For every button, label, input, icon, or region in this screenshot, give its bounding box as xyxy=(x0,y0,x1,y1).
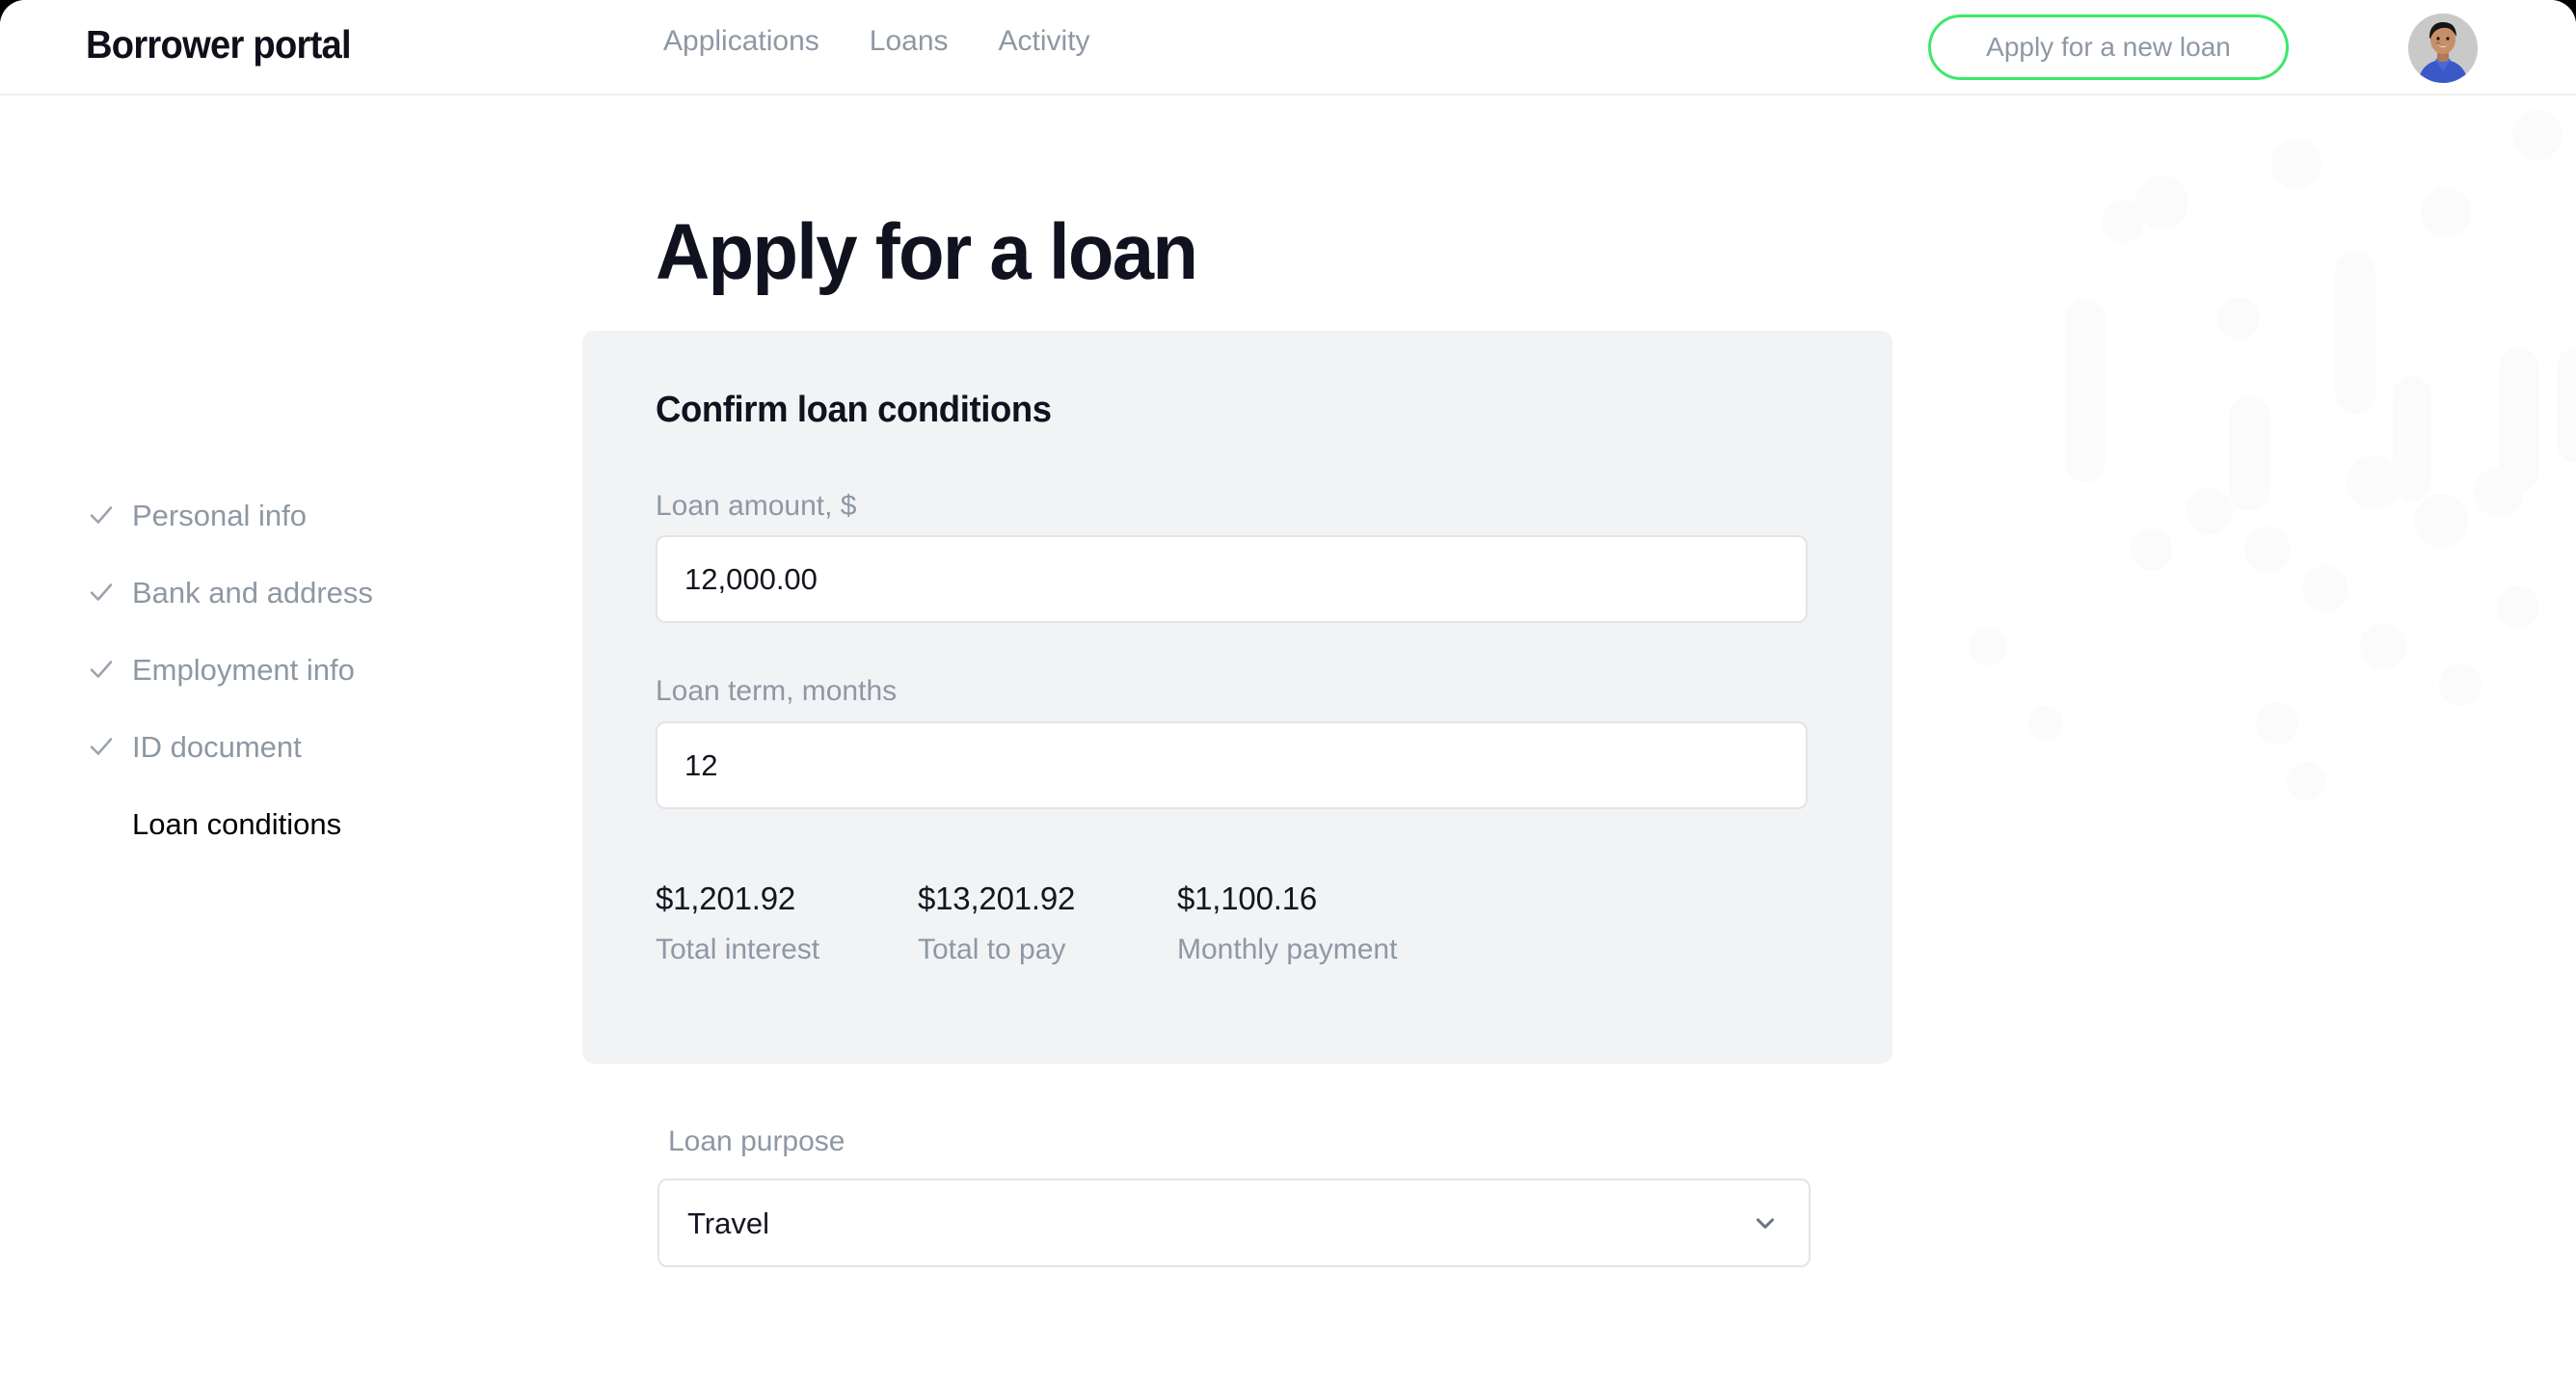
summary-total-to-pay: $13,201.92 Total to pay xyxy=(918,882,1177,964)
app-header: Borrower portal Applications Loans Activ… xyxy=(0,0,2576,95)
step-personal-info[interactable]: Personal info xyxy=(87,476,501,554)
application-steps: Personal info Bank and address Employmen… xyxy=(87,476,501,862)
step-loan-conditions[interactable]: Loan conditions xyxy=(87,785,501,862)
step-label: ID document xyxy=(132,729,302,764)
loan-amount-label: Loan amount, $ xyxy=(656,490,857,522)
step-id-document[interactable]: ID document xyxy=(87,708,501,785)
check-icon xyxy=(90,661,113,678)
summary-total-interest: $1,201.92 Total interest xyxy=(656,882,918,964)
avatar[interactable] xyxy=(2408,14,2478,83)
step-label: Employment info xyxy=(132,652,355,687)
loan-purpose-label: Loan purpose xyxy=(668,1125,845,1157)
check-icon xyxy=(90,738,113,755)
summary-label: Total to pay xyxy=(918,934,1066,965)
nav-item-activity[interactable]: Activity xyxy=(999,27,1090,56)
main-navigation: Applications Loans Activity xyxy=(663,27,1090,56)
step-label: Personal info xyxy=(132,498,307,532)
summary-label: Monthly payment xyxy=(1177,934,1398,965)
summary-label: Total interest xyxy=(656,934,820,965)
app-window: Borrower portal Applications Loans Activ… xyxy=(0,0,2576,1382)
avatar-image xyxy=(2408,14,2478,83)
summary-value: $1,100.16 xyxy=(1177,881,1318,916)
card-title: Confirm loan conditions xyxy=(656,390,1052,430)
brand-logo[interactable]: Borrower portal xyxy=(86,22,352,68)
loan-term-input[interactable] xyxy=(656,721,1808,809)
summary-value: $1,201.92 xyxy=(656,881,796,916)
step-label: Loan conditions xyxy=(132,806,342,841)
step-employment-info[interactable]: Employment info xyxy=(87,631,501,708)
loan-term-label: Loan term, months xyxy=(656,675,898,707)
loan-purpose-select[interactable]: Travel xyxy=(657,1179,1811,1267)
loan-summary: $1,201.92 Total interest $13,201.92 Tota… xyxy=(656,882,1397,964)
nav-item-applications[interactable]: Applications xyxy=(663,27,819,56)
step-label: Bank and address xyxy=(132,575,373,610)
page-title: Apply for a loan xyxy=(656,207,1198,296)
apply-for-new-loan-button[interactable]: Apply for a new loan xyxy=(1928,14,2289,80)
summary-value: $13,201.92 xyxy=(918,881,1076,916)
background-watermark xyxy=(1969,110,2576,800)
nav-item-loans[interactable]: Loans xyxy=(870,27,949,56)
chevron-down-icon xyxy=(1757,1218,1774,1229)
loan-amount-input[interactable] xyxy=(656,535,1808,623)
summary-monthly-payment: $1,100.16 Monthly payment xyxy=(1177,882,1397,964)
check-icon xyxy=(90,583,113,601)
loan-purpose-value: Travel xyxy=(687,1206,769,1240)
step-bank-and-address[interactable]: Bank and address xyxy=(87,554,501,631)
check-icon xyxy=(90,506,113,524)
